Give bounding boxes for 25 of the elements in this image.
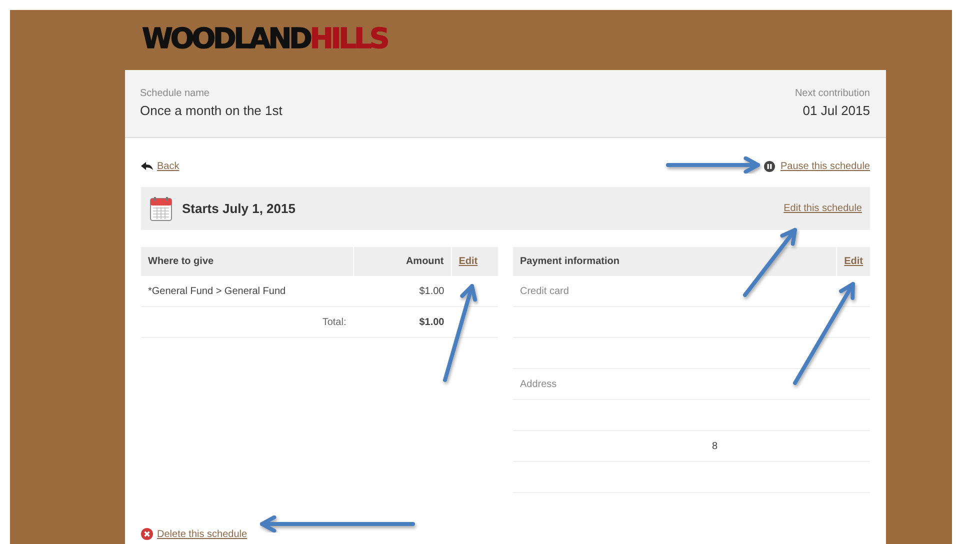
back-arrow-icon	[141, 162, 153, 170]
field-label: Address	[520, 378, 558, 390]
table-cell: *General Fund > General Fund	[141, 276, 354, 306]
schedule-start-title: Starts July 1, 2015	[182, 201, 296, 216]
pause-link[interactable]: Pause this schedule	[764, 160, 870, 172]
edit-schedule-link[interactable]: Edit this schedule	[784, 203, 862, 214]
logo: WOODLANDHILLS	[142, 22, 388, 57]
schedule-name: Once a month on the 1st	[140, 103, 282, 118]
total-amount: $1.00	[353, 306, 452, 338]
delete-icon	[141, 528, 153, 540]
column-header: Amount	[353, 247, 452, 276]
field-value: 8	[712, 440, 718, 452]
edit-link[interactable]: Edit	[458, 256, 478, 267]
next-contribution-label: Next contribution	[794, 88, 870, 99]
total-label: Total:	[141, 306, 354, 338]
payment-header: Payment information	[513, 247, 837, 276]
pause-icon	[764, 160, 776, 172]
field-label: Credit card	[520, 286, 570, 296]
back-link[interactable]: Back	[141, 160, 180, 172]
next-contribution-date: 01 Jul 2015	[802, 103, 870, 118]
table-cell: $1.00	[353, 276, 452, 306]
column-header: Where to give	[141, 247, 354, 276]
calendar-icon	[150, 196, 172, 220]
delete-link[interactable]: Delete this schedule	[141, 528, 248, 540]
schedule-name-label: Schedule name	[140, 88, 210, 99]
